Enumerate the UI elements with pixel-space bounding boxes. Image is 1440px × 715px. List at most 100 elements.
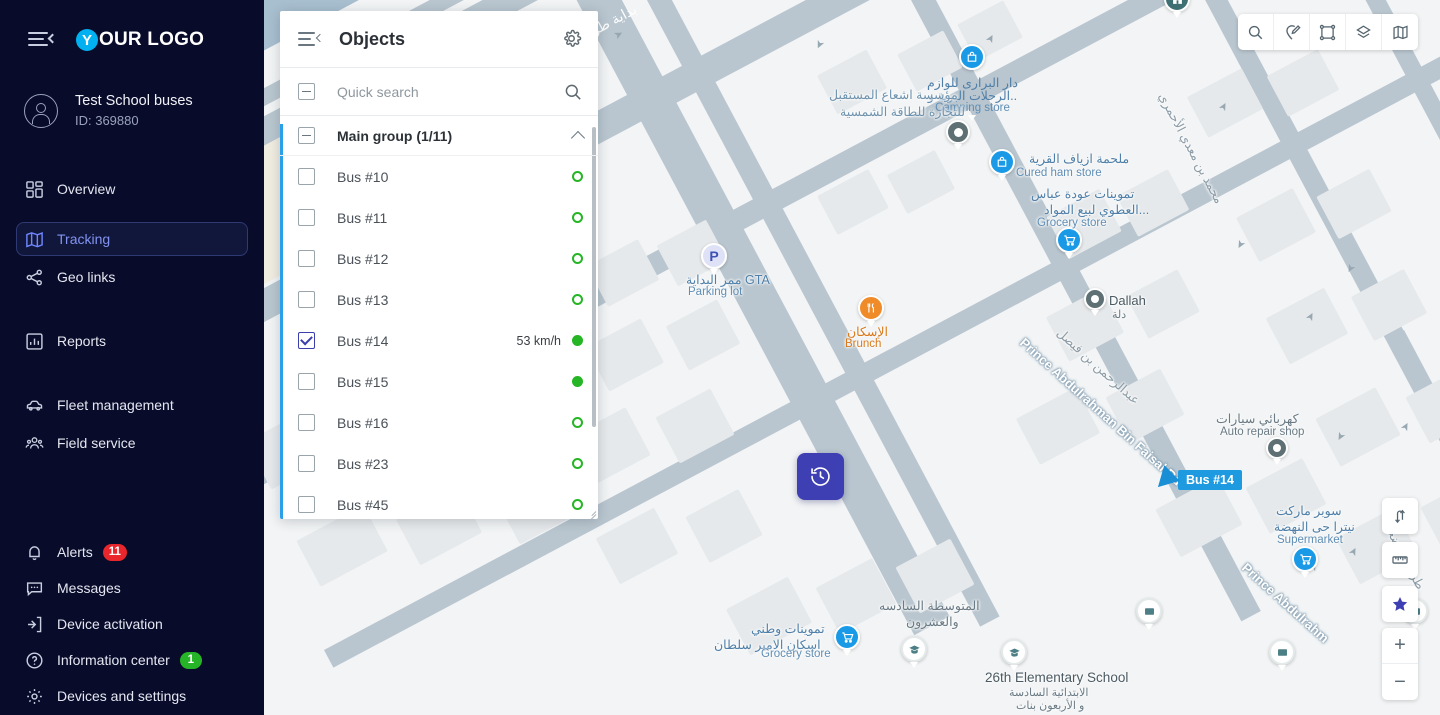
sidebar-item-alerts[interactable]: Alerts 11 [16,535,248,569]
sidebar-item-information-center[interactable]: Information center 1 [16,643,248,677]
chevron-up-icon[interactable] [570,130,586,145]
map-block [1315,387,1401,467]
object-checkbox[interactable] [298,496,315,513]
sidebar-item-fleet-management[interactable]: Fleet management [16,388,248,422]
panel-resize-handle[interactable] [584,505,597,519]
object-checkbox[interactable] [298,168,315,185]
map-poi[interactable] [989,149,1015,175]
map-poi[interactable] [834,624,860,650]
car-icon [25,396,55,415]
map-poi[interactable]: P [701,243,727,269]
table-row[interactable]: Bus #13 [280,279,598,320]
circle-marker-icon [1269,639,1295,665]
routing-button[interactable] [1382,498,1418,534]
sidebar-item-devices-and-settings[interactable]: Devices and settings [16,679,248,713]
zoom-out-button[interactable]: − [1382,664,1418,700]
status-indicator [572,376,583,387]
sidebar-item-reports[interactable]: Reports [16,324,248,358]
poi-label-en: Cured ham store [1016,167,1102,179]
table-row[interactable]: Bus #14 53 km/h [280,320,598,361]
history-icon [809,465,832,488]
map-search-button[interactable] [1238,14,1274,50]
status-indicator [572,253,583,264]
map-poi[interactable] [1266,437,1288,459]
map-poi[interactable] [1292,546,1318,572]
sidebar-item-label: Device activation [57,616,163,632]
favorites-button[interactable] [1382,586,1418,622]
people-icon [25,434,55,453]
table-row[interactable]: Bus #11 [280,197,598,238]
object-checkbox[interactable] [298,373,315,390]
table-row[interactable]: Bus #15 [280,361,598,402]
map-poi[interactable] [1084,288,1106,310]
object-checkbox[interactable] [298,291,315,308]
map-poi[interactable] [901,636,927,662]
object-checkbox[interactable] [298,414,315,431]
sidebar: Y OUR LOGO Test School buses ID: 369880 … [0,0,264,715]
table-row[interactable]: Bus #45 [280,484,598,519]
gear-icon[interactable] [561,28,583,50]
object-checkbox[interactable] [298,455,315,472]
information-center-badge: 1 [179,651,202,669]
objects-panel-header: Objects [280,11,598,68]
layers-button[interactable] [1346,14,1382,50]
bus-marker[interactable]: Bus #14 [1150,465,1242,495]
sidebar-item-tracking[interactable]: Tracking [16,222,248,256]
objects-list[interactable]: Main group (1/11) Bus #10 Bus #11 Bus #1… [280,116,598,519]
map-poi[interactable] [946,120,970,144]
alerts-badge: 11 [102,543,127,561]
measure-button[interactable] [1382,542,1418,578]
poi-label-en: Auto repair shop [1220,426,1305,438]
restaurant-icon [858,295,884,321]
sidebar-header: Y OUR LOGO [0,0,264,80]
geofence-edit-button[interactable] [1274,14,1310,50]
polygon-tool-button[interactable] [1310,14,1346,50]
poi-label-ar: دلة [1112,309,1127,321]
poi-label-en: Brunch [845,338,882,350]
poi-label-en: Grocery store [1037,217,1107,229]
object-checkbox[interactable] [298,250,315,267]
chart-icon [25,332,55,351]
sidebar-collapse-icon[interactable] [28,31,58,49]
user-account[interactable]: Test School buses ID: 369880 [0,80,264,144]
map-right-controls [1382,498,1418,622]
sidebar-item-label: Fleet management [57,397,174,413]
table-row[interactable]: Bus #23 [280,443,598,484]
map-poi[interactable] [858,295,884,321]
table-row[interactable]: Bus #16 [280,402,598,443]
sidebar-item-field-service[interactable]: Field service [16,426,248,460]
direction-arrow: ➤ [1232,237,1248,252]
history-button[interactable] [797,453,844,500]
poi-label-ar: كهربائي سيارات [1216,412,1299,426]
sidebar-item-device-activation[interactable]: Device activation [16,607,248,641]
search-icon[interactable] [563,82,583,102]
map-area[interactable]: ➤ ➤ ➤ ➤ ➤ ➤ ➤ ➤ ➤ ➤ ➤ بداية طري محمد بن … [264,0,1440,715]
circle-marker-icon [946,120,970,144]
object-checkbox[interactable] [298,209,315,226]
object-speed: 53 km/h [516,333,561,348]
poi-label-ar: سوبر ماركت [1276,504,1342,518]
select-all-checkbox[interactable] [298,83,315,100]
sidebar-item-geo-links[interactable]: Geo links [16,260,248,294]
map-poi[interactable] [1056,227,1082,253]
table-row[interactable]: Bus #10 [280,156,598,197]
map-poi[interactable] [1269,639,1295,665]
search-input[interactable] [337,83,563,100]
logo-mark: Y [76,29,98,51]
panel-collapse-icon[interactable] [298,32,325,46]
app-logo[interactable]: Y OUR LOGO [76,29,204,51]
poi-label-en: Parking lot [688,286,743,298]
zoom-in-button[interactable]: + [1382,628,1418,664]
table-row[interactable]: Bus #12 [280,238,598,279]
sidebar-item-label: Geo links [57,269,116,285]
object-name: Bus #15 [337,373,389,390]
sidebar-item-overview[interactable]: Overview [16,172,248,206]
object-checkbox[interactable] [298,332,315,349]
group-checkbox[interactable] [298,127,315,144]
map-poi[interactable] [1136,598,1162,624]
map-poi[interactable] [1001,639,1027,665]
sidebar-item-messages[interactable]: Messages [16,571,248,605]
map-poi[interactable] [1164,0,1190,12]
object-group-row[interactable]: Main group (1/11) [280,116,598,156]
map-type-button[interactable] [1382,14,1418,50]
